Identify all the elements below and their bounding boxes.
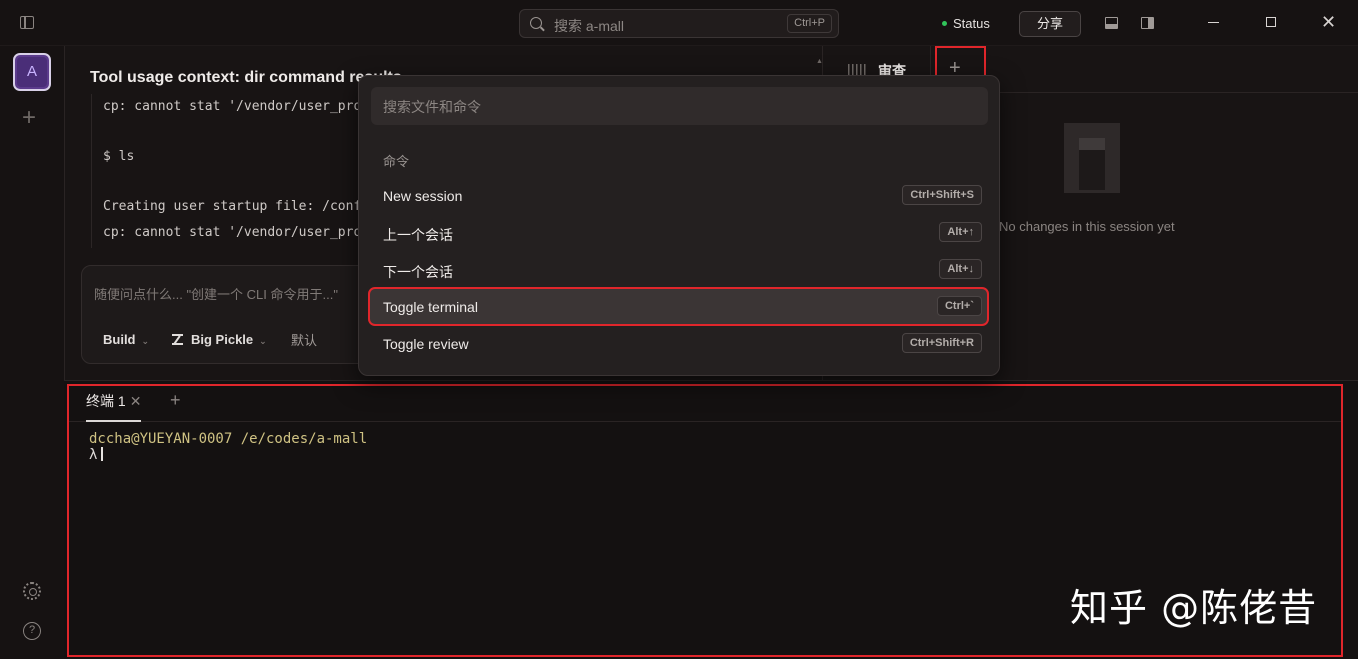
drag-handle-icon xyxy=(848,64,866,75)
palette-item-shortcut: Ctrl+Shift+S xyxy=(902,185,982,205)
search-shortcut: Ctrl+P xyxy=(787,14,832,33)
model-label: Big Pickle xyxy=(191,332,254,347)
palette-item-new-session[interactable]: New session Ctrl+Shift+S xyxy=(369,177,988,214)
avatar-letter: A xyxy=(17,57,47,87)
title-bar: 搜索 a-mall Ctrl+P Status 分享 ✕ xyxy=(0,0,1358,46)
watermark: 知乎 @陈佬昔 xyxy=(1070,586,1318,630)
palette-item-label: Toggle terminal xyxy=(383,299,478,315)
code-line: cp: cannot stat '/vendor/user_pro xyxy=(103,225,362,240)
palette-item-label: 下一个会话 xyxy=(383,264,453,280)
terminal-prompt-path: dccha@YUEYAN-0007 /e/codes/a-mall xyxy=(89,431,368,447)
search-icon xyxy=(530,17,542,29)
prompt-symbol: λ xyxy=(89,447,98,463)
sidebar-toggle-icon[interactable] xyxy=(20,16,34,29)
new-terminal-icon[interactable]: + xyxy=(170,390,181,411)
text-cursor xyxy=(101,447,103,461)
code-line: $ ls xyxy=(103,149,135,164)
terminal-tabbar: 终端 1 ✕ + xyxy=(69,386,1341,422)
palette-item-toggle-review[interactable]: Toggle review Ctrl+Shift+R xyxy=(369,325,988,362)
status-dot-icon xyxy=(942,21,947,26)
command-palette: 搜索文件和命令 命令 New session Ctrl+Shift+S 上一个会… xyxy=(358,75,1000,376)
palette-section-heading: 命令 xyxy=(383,154,410,169)
toggle-side-panel-icon[interactable] xyxy=(1141,17,1154,29)
terminal-tab-label: 终端 1 xyxy=(86,393,126,409)
chevron-down-icon: ⌄ xyxy=(141,336,150,346)
status-indicator[interactable]: Status xyxy=(942,16,990,31)
close-tab-icon[interactable]: ✕ xyxy=(130,393,142,409)
gear-icon[interactable] xyxy=(23,582,41,600)
maximize-icon[interactable] xyxy=(1266,17,1276,27)
share-button[interactable]: 分享 xyxy=(1019,11,1081,37)
chevron-down-icon: ⌄ xyxy=(259,336,267,346)
palette-search-input[interactable]: 搜索文件和命令 xyxy=(383,97,481,117)
palette-search[interactable]: 搜索文件和命令 xyxy=(371,87,988,125)
terminal-input-line[interactable]: λ xyxy=(89,447,103,463)
close-icon[interactable]: ✕ xyxy=(1321,13,1336,31)
palette-item-label: Toggle review xyxy=(383,336,469,352)
status-label: Status xyxy=(953,16,990,31)
palette-item-label: New session xyxy=(383,188,463,204)
terminal-panel[interactable]: 终端 1 ✕ + dccha@YUEYAN-0007 /e/codes/a-mal… xyxy=(64,380,1358,659)
code-line: Creating user startup file: /conf xyxy=(103,199,362,214)
help-icon[interactable]: ? xyxy=(23,622,41,640)
search-input[interactable]: 搜索 a-mall xyxy=(554,16,624,36)
search-bar[interactable]: 搜索 a-mall Ctrl+P xyxy=(519,9,839,38)
palette-item-shortcut: Alt+↓ xyxy=(939,259,982,279)
left-rail: A + ? xyxy=(0,46,64,659)
palette-item-shortcut: Ctrl+Shift+R xyxy=(901,333,982,353)
palette-item-toggle-terminal[interactable]: Toggle terminal Ctrl+` xyxy=(368,287,989,326)
empty-state-text: No changes in this session yet xyxy=(999,219,1175,234)
composer-input[interactable]: 随便问点什么... "创建一个 CLI 命令用于..." xyxy=(94,284,338,303)
palette-item-shortcut: Ctrl+` xyxy=(936,296,982,316)
toggle-bottom-panel-icon[interactable] xyxy=(1105,17,1118,29)
tab-terminal-1[interactable]: 终端 1 ✕ xyxy=(86,386,142,422)
code-line: cp: cannot stat '/vendor/user_pro xyxy=(103,99,362,114)
palette-item-shortcut: Alt+↑ xyxy=(939,222,982,242)
model-selector[interactable]: Big Pickle ⌄ xyxy=(172,332,267,347)
project-avatar[interactable]: A xyxy=(13,53,51,91)
empty-state-icon xyxy=(1064,123,1120,193)
variant-selector[interactable]: 默认 xyxy=(291,330,317,349)
session-title: Tool usage context: dir command results xyxy=(90,69,402,86)
agent-label: Build xyxy=(103,332,136,347)
model-icon xyxy=(172,334,183,345)
palette-item-prev-session[interactable]: 上一个会话 Alt+↑ xyxy=(369,214,988,251)
add-project-icon[interactable]: + xyxy=(22,106,36,130)
minimize-icon[interactable] xyxy=(1208,22,1219,23)
palette-item-next-session[interactable]: 下一个会话 Alt+↓ xyxy=(369,251,988,288)
agent-selector[interactable]: Build ⌄ xyxy=(103,332,149,347)
palette-item-label: 上一个会话 xyxy=(383,227,453,243)
